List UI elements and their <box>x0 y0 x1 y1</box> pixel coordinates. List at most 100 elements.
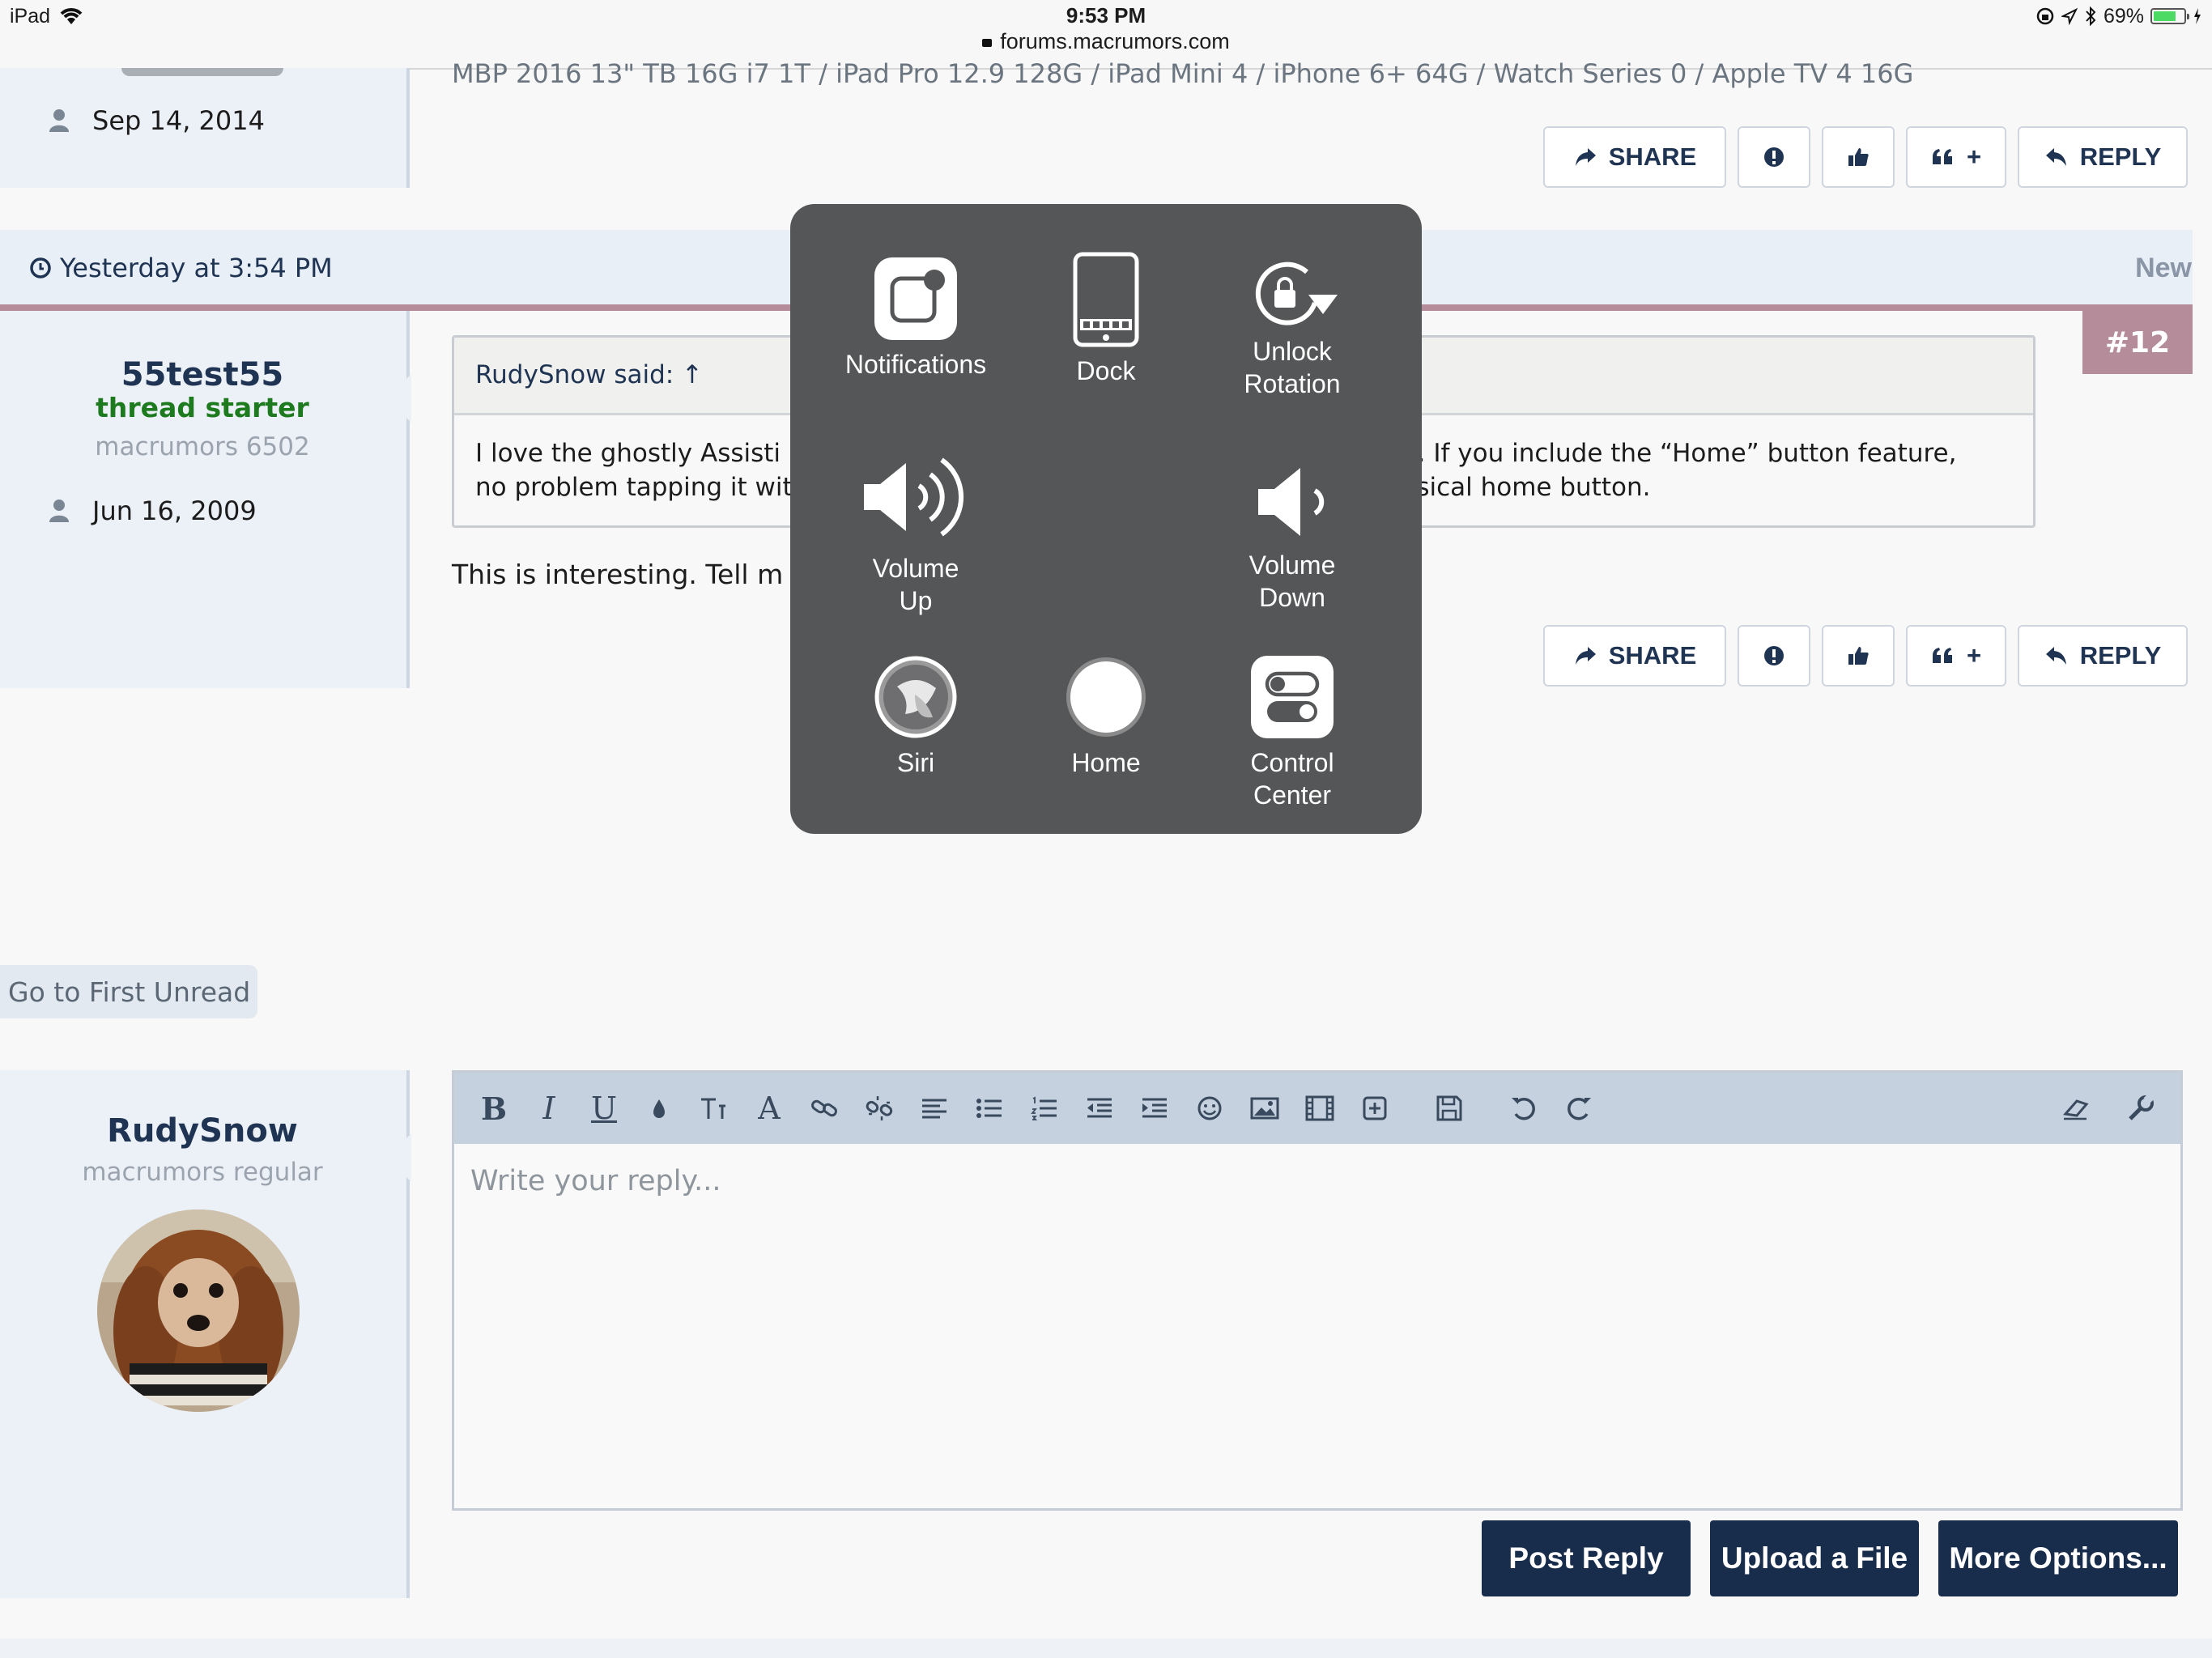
italic-button[interactable]: I <box>530 1088 568 1129</box>
text-color-button[interactable] <box>640 1088 678 1129</box>
post12-username[interactable]: 55test55 <box>0 356 405 393</box>
droplet-icon <box>653 1099 665 1118</box>
eraser-icon <box>2063 1099 2089 1120</box>
volume-up-icon <box>864 457 964 537</box>
insert-button[interactable] <box>1356 1088 1393 1129</box>
upload-file-button[interactable]: Upload a File <box>1710 1520 1919 1596</box>
share-button[interactable]: SHARE <box>1543 625 1726 687</box>
quote-icon <box>1932 149 1952 164</box>
settings-button[interactable] <box>2122 1088 2159 1129</box>
reply-username[interactable]: RudySnow <box>0 1112 405 1150</box>
link-button[interactable] <box>806 1088 843 1129</box>
like-button[interactable] <box>1822 625 1895 687</box>
reply-icon <box>2045 647 2066 665</box>
outdent-icon <box>1087 1098 1112 1118</box>
underline-button[interactable]: U <box>585 1088 623 1129</box>
reply-user-rank: macrumors regular <box>82 1158 323 1187</box>
image-button[interactable] <box>1246 1088 1283 1129</box>
avatar[interactable] <box>97 1209 300 1412</box>
unlink-button[interactable] <box>861 1088 898 1129</box>
outdent-button[interactable] <box>1081 1088 1118 1129</box>
post-date[interactable]: Yesterday at 3:54 PM <box>29 253 333 283</box>
control-center-item[interactable]: Control Center <box>1187 654 1397 811</box>
notifications-item[interactable]: Notifications <box>810 256 1021 380</box>
dock-icon <box>1073 252 1139 347</box>
assistive-touch-menu: Notifications Dock Unlock Rotation Volum… <box>790 204 1422 834</box>
quote-line-1-right: d. If you include the “Home” button feat… <box>1402 439 1957 468</box>
prev-post-actions: SHARE + REPLY <box>1543 126 2188 188</box>
share-icon <box>1575 148 1596 166</box>
rotation-lock-icon <box>2036 7 2054 25</box>
more-options-button[interactable]: More Options... <box>1938 1520 2178 1596</box>
font-size-button[interactable] <box>696 1088 733 1129</box>
like-button[interactable] <box>1822 126 1895 188</box>
undo-button[interactable] <box>1505 1088 1542 1129</box>
volume-down-icon <box>1258 468 1325 536</box>
url-bar[interactable]: forums.macrumors.com <box>0 29 2212 54</box>
prev-avatar-edge <box>121 68 283 76</box>
report-button[interactable] <box>1738 625 1810 687</box>
indent-button[interactable] <box>1136 1088 1173 1129</box>
post12-user-rank: macrumors 6502 <box>95 432 310 461</box>
smilie-button[interactable] <box>1191 1088 1228 1129</box>
multiquote-button[interactable]: + <box>1906 625 2006 687</box>
url-text: forums.macrumors.com <box>1000 29 1230 53</box>
bullet-list-button[interactable] <box>971 1088 1008 1129</box>
remove-format-button[interactable] <box>2057 1088 2095 1129</box>
quote-icon <box>1932 648 1952 663</box>
clock-icon <box>30 257 51 278</box>
dock-item[interactable]: Dock <box>1001 251 1211 387</box>
link-icon <box>811 1099 837 1117</box>
redo-icon <box>1568 1097 1591 1120</box>
align-button[interactable] <box>916 1088 953 1129</box>
image-icon <box>1250 1097 1279 1120</box>
unlock-rotation-item[interactable]: Unlock Rotation <box>1187 257 1397 400</box>
report-icon <box>1764 646 1784 665</box>
user-icon <box>49 500 69 522</box>
post-reply-button[interactable]: Post Reply <box>1482 1520 1691 1596</box>
status-icons: 69% <box>2035 4 2202 28</box>
post12-user-title: thread starter <box>96 392 309 423</box>
plus-square-icon <box>1363 1096 1387 1120</box>
numbered-list-button[interactable] <box>1026 1088 1063 1129</box>
reply-editor: B I U A Write your reply... <box>452 1070 2183 1511</box>
unlink-icon <box>866 1096 893 1120</box>
volume-down-item[interactable]: Volume Down <box>1187 461 1397 614</box>
new-label: New <box>2135 253 2192 283</box>
share-button[interactable]: SHARE <box>1543 126 1726 188</box>
user-icon <box>49 109 69 132</box>
home-item[interactable]: Home <box>1001 654 1211 779</box>
editor-toolbar: B I U A <box>454 1073 2180 1144</box>
align-left-icon <box>922 1099 946 1119</box>
rotation-lock-icon <box>1255 261 1338 325</box>
bold-button[interactable]: B <box>475 1088 513 1129</box>
prev-joined-date: Sep 14, 2014 <box>92 105 265 136</box>
bullet-list-icon <box>976 1099 1002 1118</box>
volume-up-item[interactable]: Volume Up <box>810 449 1021 617</box>
siri-item[interactable]: Siri <box>810 654 1021 779</box>
font-family-button[interactable]: A <box>751 1088 788 1129</box>
share-icon <box>1575 647 1596 665</box>
numbered-list-icon <box>1031 1096 1057 1120</box>
film-icon <box>1305 1095 1334 1121</box>
media-button[interactable] <box>1301 1088 1338 1129</box>
undo-icon <box>1512 1097 1535 1120</box>
report-button[interactable] <box>1738 126 1810 188</box>
siri-icon <box>874 656 957 738</box>
home-icon <box>1066 657 1146 737</box>
thumbs-up-icon <box>1848 647 1869 665</box>
battery-percent: 69% <box>2103 4 2144 28</box>
post-number[interactable]: #12 <box>2082 311 2193 374</box>
reply-textarea[interactable]: Write your reply... <box>454 1144 2180 1218</box>
post-body-text: This is interesting. Tell m <box>452 559 784 590</box>
smiley-icon <box>1197 1096 1222 1120</box>
save-draft-button[interactable] <box>1431 1088 1468 1129</box>
multiquote-button[interactable]: + <box>1906 126 2006 188</box>
redo-button[interactable] <box>1560 1088 1597 1129</box>
reply-button[interactable]: REPLY <box>2018 126 2188 188</box>
wrench-icon <box>2129 1093 2155 1120</box>
first-unread-link[interactable]: Go to First Unread <box>0 965 257 1018</box>
save-icon <box>1436 1095 1462 1121</box>
battery-icon <box>2150 8 2189 24</box>
reply-button[interactable]: REPLY <box>2018 625 2188 687</box>
